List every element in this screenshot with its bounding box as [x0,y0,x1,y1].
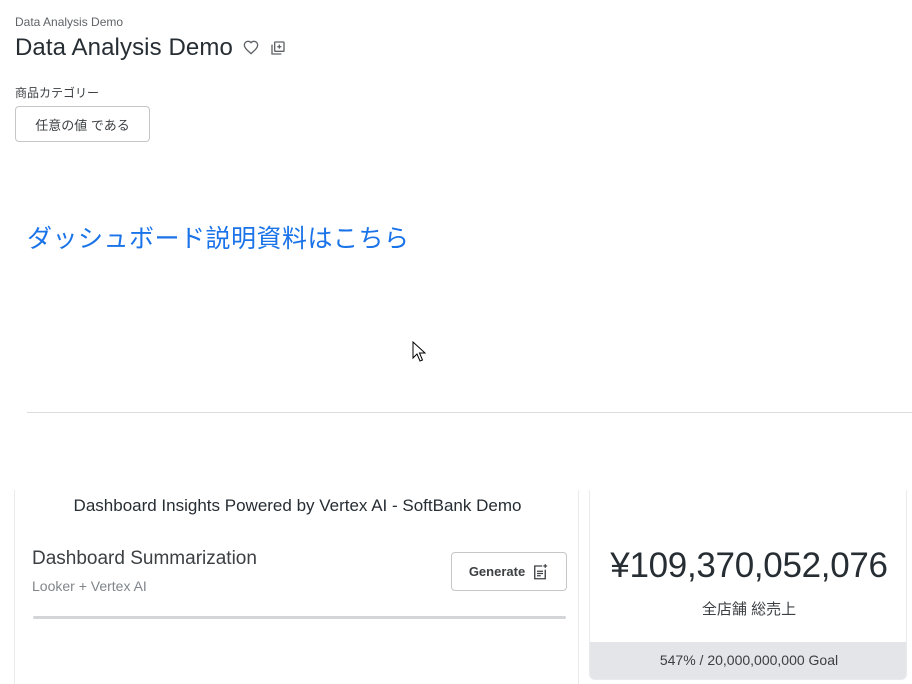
page-title: Data Analysis Demo [15,34,233,61]
kpi-goal-bar: 547% / 20,000,000,000 Goal [590,642,906,679]
summarization-divider [33,616,566,619]
section-divider [27,412,912,413]
insights-panel: Dashboard Insights Powered by Vertex AI … [14,490,579,684]
category-filter-button[interactable]: 任意の値 である [15,106,150,142]
dashboard-doc-link[interactable]: ダッシュボード説明資料はこちら [27,219,410,255]
insights-panel-title: Dashboard Insights Powered by Vertex AI … [73,496,522,515]
breadcrumb[interactable]: Data Analysis Demo [15,15,123,29]
generate-button-label: Generate [468,564,526,579]
heart-outline-icon[interactable] [242,39,260,57]
category-filter-label: 商品カテゴリー [15,86,100,100]
mouse-pointer-icon [412,341,426,362]
title-row: Data Analysis Demo [15,33,287,63]
kpi-label: 全店舗 総売上 [701,601,797,618]
kpi-value: ¥109,370,052,076 [610,546,888,585]
summarization-subtitle: Looker + Vertex AI [32,578,147,594]
total-sales-kpi-card[interactable]: ¥109,370,052,076 全店舗 総売上 547% / 20,000,0… [589,490,907,680]
generate-button[interactable]: Generate [451,552,567,591]
dashboard-page: Data Analysis Demo Data Analysis Demo 商品… [0,0,912,684]
sparkle-document-icon [534,563,548,579]
add-to-board-icon[interactable] [269,39,287,57]
summarization-title: Dashboard Summarization [32,548,257,569]
